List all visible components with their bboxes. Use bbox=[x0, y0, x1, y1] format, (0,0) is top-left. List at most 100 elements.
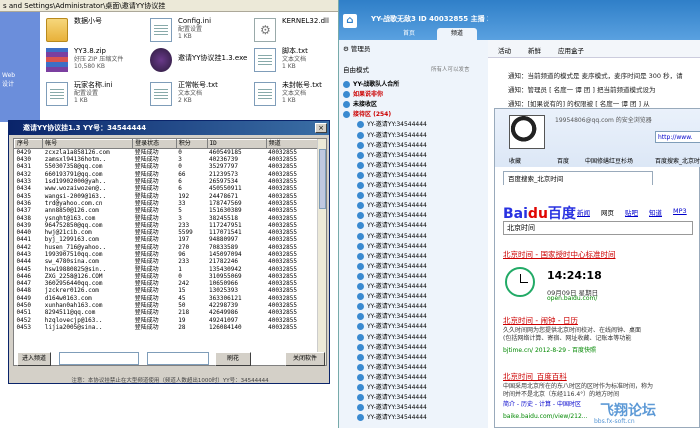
table-row[interactable]: 0441 byj_1299163.com 登陆成功 197 94880997 400328… bbox=[15, 236, 318, 243]
table-row[interactable]: 0437 ann8850@126.com 登陆成功 5 151630389 4003285… bbox=[15, 207, 318, 214]
channel-input[interactable] bbox=[59, 352, 139, 365]
member-entry[interactable]: YY-邀请YY:34544444 bbox=[357, 120, 427, 130]
member-entry[interactable]: YY-邀请YY:34544444 bbox=[357, 242, 427, 252]
activity-button[interactable]: 活动 bbox=[498, 45, 511, 55]
table-row[interactable]: 0444 sw_4780sina.com 登陆成功 233 21782246 400328… bbox=[15, 258, 318, 265]
member-entry[interactable]: YY-邀请YY:34544444 bbox=[357, 333, 427, 343]
member-entry[interactable]: YY-邀请YY:34544444 bbox=[357, 383, 427, 393]
member-entry[interactable]: YY-邀请YY:34544444 bbox=[357, 151, 427, 161]
member-entry[interactable]: YY-邀请YY:34544444 bbox=[357, 211, 427, 221]
column-header[interactable]: 序号 bbox=[14, 139, 44, 149]
fresh-button[interactable]: 新鲜 bbox=[528, 45, 541, 55]
column-header[interactable]: ID bbox=[206, 139, 267, 149]
member-entry[interactable]: YY-邀请YY:34544444 bbox=[357, 292, 427, 302]
admin-button[interactable]: ⚙ 管理员 bbox=[343, 43, 370, 53]
vertical-scrollbar[interactable] bbox=[317, 139, 326, 365]
bookmark-link[interactable]: 中国修缮红豆杉场 bbox=[585, 156, 633, 165]
member-entry[interactable]: YY-邀请YY:34544444 bbox=[357, 393, 427, 403]
table-row[interactable]: 0430 zamsxl94136hotm.. 登陆成功 3 40236739 400328… bbox=[15, 156, 318, 163]
nav-link[interactable]: 网页 bbox=[601, 207, 614, 217]
table-row[interactable]: 0439 964752850@qq.com 登陆成功 233 117247951 4003… bbox=[15, 222, 318, 229]
result-url[interactable]: baike.baidu.com/view/212... bbox=[503, 413, 588, 420]
member-entry[interactable]: YY-邀请YY:34544444 bbox=[357, 171, 427, 181]
table-row[interactable]: 0433 1sd19902000@yah.. 登陆成功 6 26597534 400328… bbox=[15, 178, 318, 185]
address-bar[interactable]: http://www. bbox=[655, 131, 700, 143]
search-input[interactable]: 北京时间 bbox=[503, 221, 693, 235]
result-title[interactable]: 北京时间 - 闹钟 - 日历 bbox=[503, 315, 578, 326]
dialog-title[interactable]: 邀请YY协议挂1.3 YY号：34544444 bbox=[9, 121, 329, 135]
nav-link[interactable]: MP3 bbox=[673, 207, 687, 215]
flower-button[interactable]: 刷花 bbox=[215, 352, 251, 366]
table-row[interactable]: 0440 hwj@21cib.com 登陆成功 5599 117071541 400328… bbox=[15, 229, 318, 236]
member-entry[interactable]: YY-邀请YY:34544444 bbox=[357, 413, 427, 423]
tab-channel[interactable]: 频道 bbox=[437, 28, 477, 40]
table-row[interactable]: 0438 ysnght@163.com 登陆成功 3 38245518 40032855 bbox=[15, 214, 318, 222]
member-entry[interactable]: YY-邀请YY:34544444 bbox=[357, 322, 427, 332]
column-header[interactable]: 频道 bbox=[265, 139, 319, 149]
nav-link[interactable]: 新闻 bbox=[577, 207, 590, 217]
home-icon[interactable]: ⌂ bbox=[343, 14, 357, 28]
table-row[interactable]: 0434 www.wozaiwozen@.. 登陆成功 6 450550911 40032… bbox=[15, 185, 318, 192]
member-entry[interactable]: 接待区 (254) bbox=[343, 110, 391, 120]
table-row[interactable]: 0442 husen_716@yahoo.. 登陆成功 270 70833589 4003… bbox=[15, 244, 318, 251]
member-entry[interactable]: YY-邀请YY:34544444 bbox=[357, 252, 427, 262]
table-row[interactable]: 0446 ZXG_2258@126.COM 登陆成功 0 310955069 400328… bbox=[15, 273, 318, 280]
table-row[interactable]: 0447 3602956440qq.com 登陆成功 242 10650966 40032… bbox=[15, 280, 318, 287]
result-links[interactable]: 简介 - 历史 - 计算 - 中国时区 bbox=[503, 401, 581, 409]
column-header[interactable]: 登录状态 bbox=[132, 139, 177, 149]
close-software-button[interactable]: 关闭软件 bbox=[285, 352, 325, 366]
mode-select[interactable]: 自由模式 bbox=[343, 64, 369, 74]
member-entry[interactable]: YY-邀请YY:34544444 bbox=[357, 262, 427, 272]
member-entry[interactable]: YY-邀请YY:34544444 bbox=[357, 232, 427, 242]
scroll-thumb[interactable] bbox=[319, 149, 326, 209]
member-entry[interactable]: YY-邀请YY:34544444 bbox=[357, 191, 427, 201]
member-entry[interactable]: YY-邀请YY:34544444 bbox=[357, 353, 427, 363]
table-row[interactable]: 0429 zcxzla1a858126.com 登陆成功 0 460549185 4003… bbox=[15, 149, 318, 157]
app-box-button[interactable]: 应用盒子 bbox=[558, 45, 584, 55]
table-row[interactable]: 0436 trd@yahoo.com.cn 登陆成功 33 178747569 40032… bbox=[15, 200, 318, 207]
table-row[interactable]: 0453 lijia2005@sina.. 登陆成功 28 126084140 40032… bbox=[15, 324, 318, 331]
member-entry[interactable]: 未接收区 bbox=[343, 100, 377, 110]
browser-tab[interactable]: 百度搜索_北京时间 bbox=[503, 171, 653, 185]
favorites-button[interactable]: 收藏 bbox=[509, 156, 521, 165]
member-entry[interactable]: YY-邀请YY:34544444 bbox=[357, 302, 427, 312]
bookmark-link[interactable]: 百度搜索_北京时间 bbox=[655, 156, 700, 165]
member-entry[interactable]: YY-邀请YY:34544444 bbox=[357, 272, 427, 282]
close-icon[interactable]: × bbox=[315, 123, 327, 133]
table-row[interactable]: 0435 wangsi-2009@163.. 登陆成功 192 24478671 4003… bbox=[15, 192, 318, 200]
member-entry[interactable]: YY-邀请YY:34544444 bbox=[357, 161, 427, 171]
address-path[interactable]: s and Settings\Administrator\桌面\邀请YY协议挂 bbox=[0, 0, 338, 12]
bookmark-link[interactable]: 百度 bbox=[557, 156, 569, 165]
account-table[interactable]: 序号 帐号 登录状态 积分 ID 频道 0429 zcxzla1a858126.com 登陆成… bbox=[13, 138, 327, 366]
member-entry[interactable]: 如果说非你 bbox=[343, 90, 383, 100]
table-row[interactable]: 0431 550307358@qq.com 登陆成功 0 35297797 4003285… bbox=[15, 163, 318, 170]
member-entry[interactable]: YY-邀请YY:34544444 bbox=[357, 282, 427, 292]
table-row[interactable]: 0443 1993907510qq.com 登陆成功 96 145097094 40032… bbox=[15, 251, 318, 258]
member-entry[interactable]: YY-邀请YY:34544444 bbox=[357, 312, 427, 322]
result-url[interactable]: open.baidu.com/ bbox=[547, 295, 597, 302]
table-row[interactable]: 0449 d164w0163.com 登陆成功 45 363306121 40032855 bbox=[15, 295, 318, 302]
table-row[interactable]: 0445 hsw19880825@sin.. 登陆成功 1 135430942 40032… bbox=[15, 265, 318, 273]
column-header[interactable]: 积分 bbox=[175, 139, 208, 149]
member-entry[interactable]: YY-邀请YY:34544444 bbox=[357, 141, 427, 151]
column-header[interactable]: 帐号 bbox=[42, 139, 134, 149]
table-row[interactable]: 0450 xunhan0ah163.com 登陆成功 50 42298739 400328… bbox=[15, 302, 318, 309]
result-title[interactable]: 北京时间 - 国家授时中心标准时间 bbox=[503, 249, 615, 260]
member-entry[interactable]: YY-邀请YY:34544444 bbox=[357, 343, 427, 353]
result-url[interactable]: bjtime.cn/ 2012-8-29 - 百度快照 bbox=[503, 345, 596, 354]
flower-count-input[interactable] bbox=[147, 352, 209, 365]
member-entry[interactable]: YY-邀请YY:34544444 bbox=[357, 131, 427, 141]
member-entry[interactable]: YY-邀请YY:34544444 bbox=[357, 181, 427, 191]
result-title[interactable]: 北京时间_百度百科 bbox=[503, 371, 567, 382]
nav-link[interactable]: 知道 bbox=[649, 207, 662, 217]
table-row[interactable]: 0448 jzckrer0126.com 登陆成功 15 13025393 4003285… bbox=[15, 287, 318, 294]
table-row[interactable]: 0452 hzqlovecjp@163.. 登陆成功 19 49241097 400328… bbox=[15, 317, 318, 324]
member-entry[interactable]: YY-战歌队人合所 bbox=[343, 80, 399, 90]
member-entry[interactable]: YY-邀请YY:34544444 bbox=[357, 363, 427, 373]
member-entry[interactable]: YY-邀请YY:34544444 bbox=[357, 201, 427, 211]
member-entry[interactable]: YY-邀请YY:34544444 bbox=[357, 221, 427, 231]
member-entry[interactable]: YY-邀请YY:34544444 bbox=[357, 403, 427, 413]
nav-link[interactable]: 贴吧 bbox=[625, 207, 638, 217]
table-row[interactable]: 0451 8294511@qq.com 登陆成功 218 42649986 4003285… bbox=[15, 309, 318, 316]
tab-home[interactable]: 首页 bbox=[389, 28, 429, 40]
